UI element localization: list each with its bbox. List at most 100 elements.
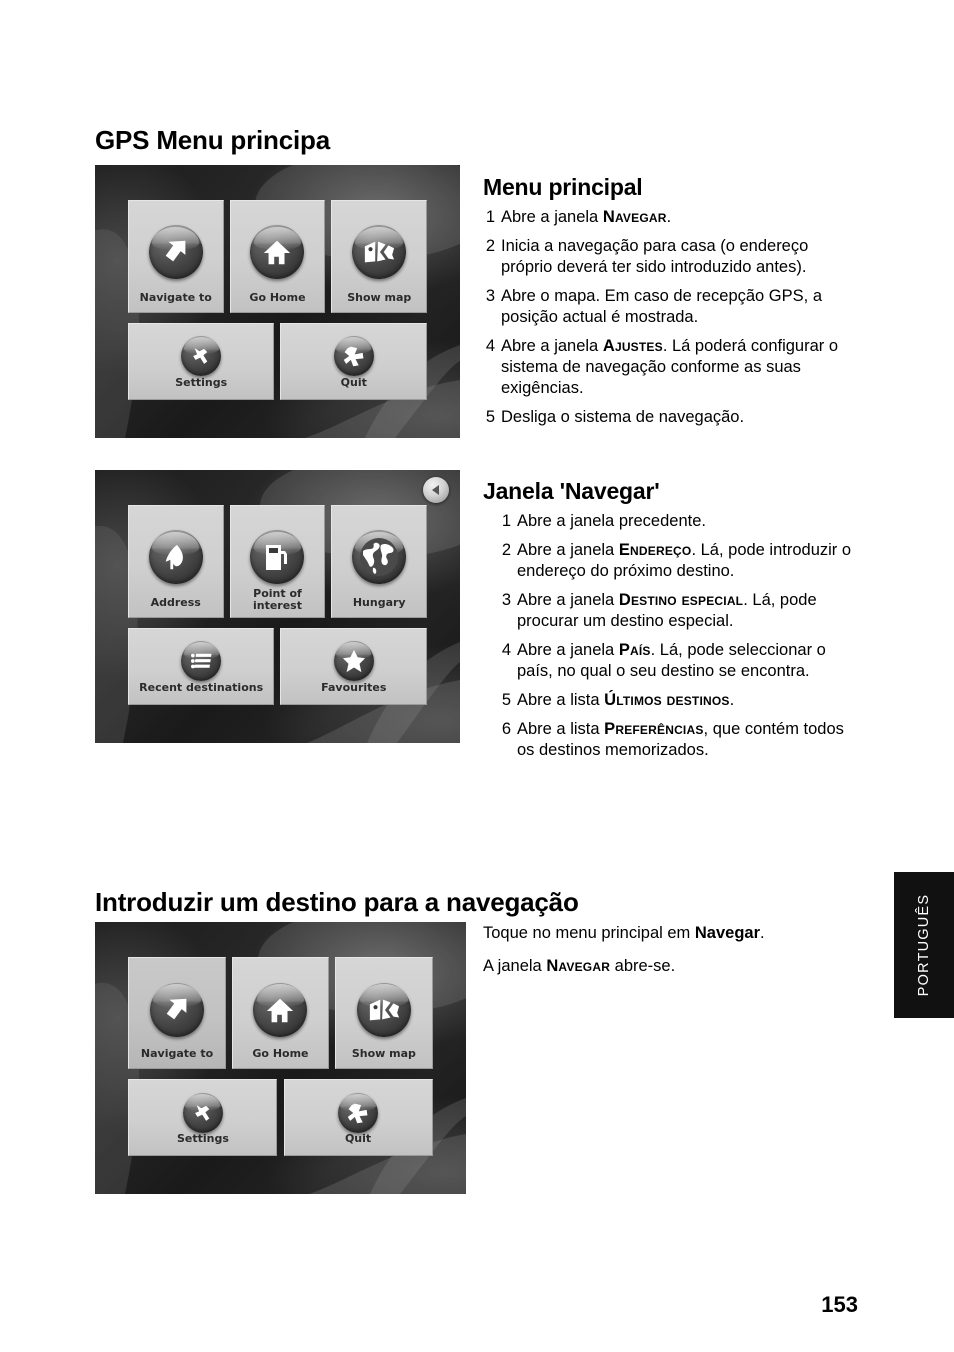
list-item: 1 Abre a janela precedente. <box>499 511 863 532</box>
item-text: Abre a janela Ajustes. Lá poderá configu… <box>501 337 839 397</box>
tile-go-home[interactable]: Go Home <box>231 957 330 1069</box>
cross-x-icon <box>338 1092 379 1133</box>
item-number: 3 <box>501 591 511 609</box>
star-icon <box>333 641 374 682</box>
item-text: Abre a janela Endereço. Lá, pode introdu… <box>517 541 852 580</box>
tile-show-map[interactable]: Show map <box>331 200 428 313</box>
item-number: 1 <box>501 512 511 530</box>
folded-map-icon <box>352 225 407 280</box>
tile-label: Point of interest <box>252 586 302 612</box>
tile-settings[interactable]: Settings <box>128 1079 278 1156</box>
item-number: 6 <box>501 720 511 738</box>
item-text: Abre a janela Navegar. <box>501 208 672 226</box>
janela-navegar-list: 1 Abre a janela precedente. 2 Abre a jan… <box>499 511 863 761</box>
document-page: GPS Menu principa Navigate to Go Home Sh… <box>0 0 954 1352</box>
tile-label: Show map <box>347 291 412 305</box>
tile-show-map[interactable]: Show map <box>335 957 433 1069</box>
house-icon <box>253 982 308 1037</box>
tile-label: Navigate to <box>140 1047 214 1061</box>
language-tab: PORTUGUÊS <box>894 872 954 1018</box>
back-button[interactable] <box>423 477 449 503</box>
tile-label: Settings <box>176 1131 229 1145</box>
section-janela-navegar: Janela 'Navegar' 1 Abre a janela precede… <box>483 478 863 769</box>
list-item: 4 Abre a janela País. Lá, pode seleccion… <box>499 640 863 682</box>
item-number: 4 <box>501 641 511 659</box>
list-item: 2 Inicia a navegação para casa (o endere… <box>483 236 863 278</box>
list-item: 1 Abre a janela Navegar. <box>483 207 863 228</box>
tile-label: Settings <box>175 375 228 389</box>
tile-label: Quit <box>340 375 367 389</box>
page-number: 153 <box>821 1292 858 1317</box>
paragraph-toque: Toque no menu principal em Navegar. <box>483 924 765 942</box>
tile-grid: Navigate to Go Home Show map Settings Qu… <box>128 957 433 1156</box>
language-tab-label: PORTUGUÊS <box>916 893 933 997</box>
tile-settings[interactable]: Settings <box>127 323 275 400</box>
tile-point-of-interest[interactable]: Point of interest <box>229 505 326 618</box>
item-text: Abre a lista Últimos destinos. <box>517 691 735 709</box>
tile-country[interactable]: Hungary <box>331 505 428 618</box>
wrench-icon <box>181 336 222 377</box>
fuel-pump-icon <box>250 530 305 585</box>
globe-icon <box>352 530 407 585</box>
tile-label: Quit <box>344 1131 372 1145</box>
introduzir-destino-heading: Introduzir um destino para a navegação <box>95 887 579 917</box>
tile-favourites[interactable]: Favourites <box>280 628 428 705</box>
list-item: 2 Abre a janela Endereço. Lá, pode intro… <box>499 540 863 582</box>
tile-label: Show map <box>351 1047 416 1061</box>
list-item: 4 Abre a janela Ajustes. Lá poderá confi… <box>483 336 863 399</box>
tile-quit[interactable]: Quit <box>283 1079 433 1156</box>
item-text: Abre o mapa. Em caso de recepção GPS, a … <box>501 287 823 326</box>
tile-grid: Navigate to Go Home Show map Settings Qu… <box>127 200 428 400</box>
item-number: 2 <box>501 541 511 559</box>
tile-go-home[interactable]: Go Home <box>229 200 326 313</box>
janela-navegar-heading: Janela 'Navegar' <box>483 478 660 504</box>
tile-label: Go Home <box>252 1047 309 1061</box>
back-arrow-icon <box>432 485 439 495</box>
list-item: 6 Abre a lista Preferências, que contém … <box>499 719 863 761</box>
menu-principal-list: 1 Abre a janela Navegar. 2 Inicia a nave… <box>483 207 863 428</box>
item-text: Desliga o sistema de navegação. <box>501 408 745 426</box>
item-number: 2 <box>485 237 495 255</box>
page-title: GPS Menu principa <box>95 125 330 155</box>
item-number: 1 <box>485 208 495 226</box>
section-menu-principal: Menu principal 1 Abre a janela Navegar. … <box>483 174 863 436</box>
list-item: 5 Desliga o sistema de navegação. <box>483 407 863 428</box>
wrench-icon <box>182 1092 223 1133</box>
item-text: Abre a janela Destino especial. Lá, pode… <box>517 591 817 630</box>
screenshot-main-menu: Navigate to Go Home Show map Settings Qu… <box>95 165 460 438</box>
list-item: 5 Abre a lista Últimos destinos. <box>499 690 863 711</box>
list-item: 3 Abre a janela Destino especial. Lá, po… <box>499 590 863 632</box>
list-lines-icon <box>181 641 222 682</box>
map-pin-flag-icon <box>148 530 203 585</box>
list-item: 3 Abre o mapa. Em caso de recepção GPS, … <box>483 286 863 328</box>
arrow-up-right-icon <box>148 225 203 280</box>
tile-navigate-to[interactable]: Navigate to <box>128 957 226 1069</box>
paragraph-janela: A janela Navegar abre-se. <box>483 957 676 975</box>
house-icon <box>250 225 305 280</box>
menu-principal-heading: Menu principal <box>483 174 643 200</box>
tile-address[interactable]: Address <box>127 505 224 618</box>
section-introduzir-text: Toque no menu principal em Navegar. A ja… <box>483 922 863 988</box>
tile-label: Address <box>150 596 201 610</box>
tile-label: Hungary <box>352 596 406 610</box>
arrow-up-right-icon <box>150 982 205 1037</box>
cross-x-icon <box>333 336 374 377</box>
item-text: Abre a janela precedente. <box>517 512 706 530</box>
tile-recent-destinations[interactable]: Recent destinations <box>127 628 275 705</box>
tile-label: Recent destinations <box>139 680 264 694</box>
item-number: 4 <box>485 337 495 355</box>
item-text: Abre a janela País. Lá, pode seleccionar… <box>517 641 826 680</box>
tile-quit[interactable]: Quit <box>280 323 428 400</box>
item-text: Inicia a navegação para casa (o endereço… <box>501 237 809 276</box>
item-text: Abre a lista Preferências, que contém to… <box>517 720 844 759</box>
tile-label: Go Home <box>249 291 306 305</box>
item-number: 5 <box>501 691 511 709</box>
item-number: 3 <box>485 287 495 305</box>
folded-map-icon <box>356 982 411 1037</box>
item-number: 5 <box>485 408 495 426</box>
tile-navigate-to[interactable]: Navigate to <box>127 200 224 313</box>
tile-label: Favourites <box>321 680 387 694</box>
tile-grid: Address Point of interest Hungary Recent… <box>127 505 428 705</box>
screenshot-navigate-menu: Address Point of interest Hungary Recent… <box>95 470 460 743</box>
tile-label: Navigate to <box>139 291 212 305</box>
